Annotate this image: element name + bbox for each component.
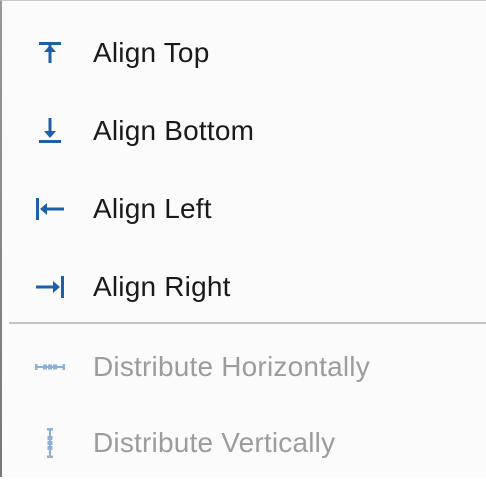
align-left-icon [29, 170, 71, 248]
align-bottom-icon [29, 92, 71, 170]
align-context-menu: Align Top Align Bottom Align Left Align … [0, 0, 486, 477]
menu-item-align-right[interactable]: Align Right [1, 248, 486, 326]
distribute-horizontally-icon [29, 328, 71, 406]
menu-separator [9, 322, 486, 324]
distribute-vertically-icon [29, 404, 71, 482]
align-top-icon [29, 14, 71, 92]
menu-item-label: Align Left [93, 193, 212, 224]
menu-item-align-bottom[interactable]: Align Bottom [1, 92, 486, 170]
align-right-icon [29, 248, 71, 326]
menu-item-distribute-horizontally[interactable]: Distribute Horizontally [1, 328, 486, 406]
menu-item-label: Align Right [93, 271, 231, 302]
menu-item-label: Distribute Vertically [93, 427, 336, 458]
menu-item-label: Align Top [93, 37, 210, 68]
menu-item-align-left[interactable]: Align Left [1, 170, 486, 248]
menu-item-distribute-vertically[interactable]: Distribute Vertically [1, 404, 486, 482]
menu-item-label: Align Bottom [93, 115, 255, 146]
menu-item-align-top[interactable]: Align Top [1, 14, 486, 92]
menu-item-label: Distribute Horizontally [93, 351, 370, 382]
